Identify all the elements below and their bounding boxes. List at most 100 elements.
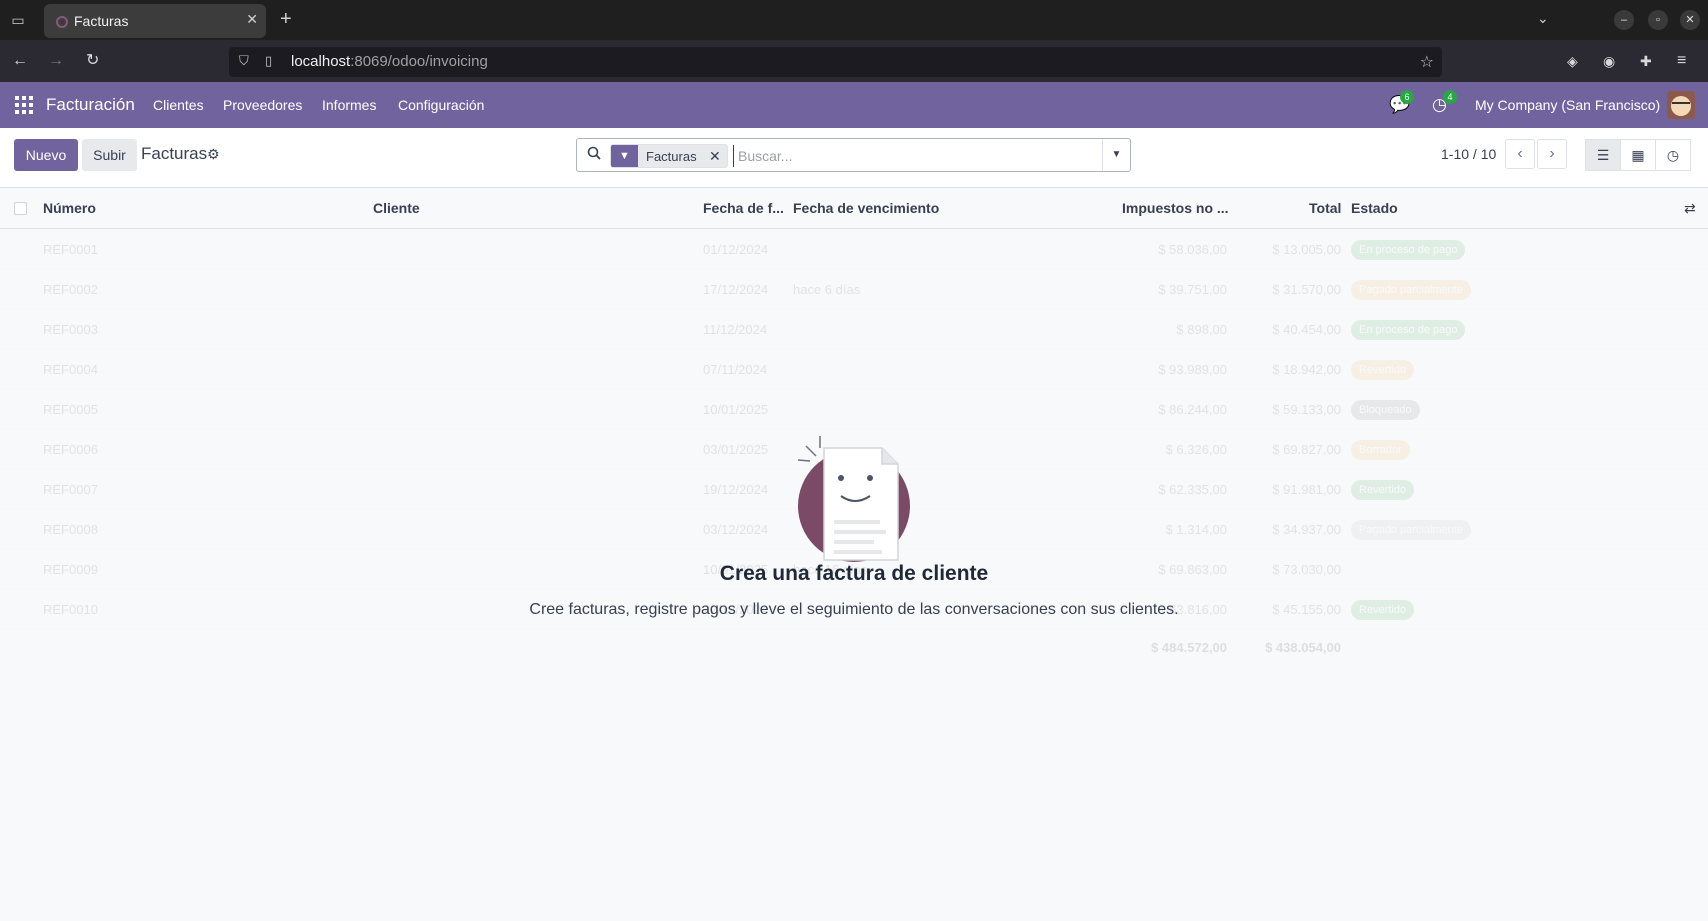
gear-icon[interactable]: ⚙ [207, 146, 220, 163]
row-invoice-date: 01/12/2024 [703, 242, 769, 257]
activities-icon[interactable]: ◷ 4 [1432, 90, 1457, 115]
row-number: REF0004 [43, 362, 98, 377]
pager-previous-icon[interactable]: ‹ [1505, 139, 1535, 169]
search-bar: ▼ Facturas ✕ ▼ [576, 138, 1131, 172]
back-icon[interactable]: ← [12, 51, 28, 71]
company-switcher[interactable]: My Company (San Francisco) [1475, 97, 1660, 113]
status-badge: Borrador [1351, 440, 1410, 460]
row-total: $ 59.133,00 [1272, 402, 1341, 417]
menu-configuracion[interactable]: Configuración [398, 97, 484, 113]
pager-value[interactable]: 1-10 / 10 [1441, 146, 1496, 162]
remove-facet-icon[interactable]: ✕ [709, 148, 721, 165]
avatar[interactable] [1667, 91, 1695, 119]
activities-badge: 4 [1443, 90, 1457, 104]
row-invoice-date: 07/11/2024 [703, 362, 768, 377]
reload-icon[interactable]: ↻ [86, 51, 99, 71]
messages-icon[interactable]: 💬 6 [1389, 90, 1414, 115]
control-panel: Nuevo Subir Facturas ⚙ ▼ Facturas ✕ ▼ 1-… [0, 128, 1708, 188]
column-untaxed[interactable]: Impuestos no ... [1122, 200, 1229, 216]
column-client[interactable]: Cliente [373, 200, 420, 216]
new-button[interactable]: Nuevo [14, 139, 78, 171]
status-badge: Pagado parcialmente [1351, 520, 1471, 540]
upload-button[interactable]: Subir [82, 139, 137, 171]
chevron-down-icon[interactable]: ⌄ [1537, 10, 1549, 27]
window-close-icon[interactable]: ✕ [1680, 10, 1700, 30]
row-invoice-date: 17/12/2024 [703, 282, 769, 297]
list-view-icon[interactable]: ☰ [1585, 139, 1621, 171]
row-total: $ 45.155,00 [1272, 602, 1341, 617]
account-icon[interactable]: ◉ [1603, 51, 1615, 71]
messages-badge: 6 [1400, 90, 1414, 104]
pocket-icon[interactable]: ◈ [1567, 51, 1578, 71]
menu-clientes[interactable]: Clientes [153, 97, 204, 113]
activity-view-icon[interactable]: ◷ [1655, 139, 1691, 171]
tab-list-icon[interactable]: ▭ [8, 10, 28, 30]
column-status[interactable]: Estado [1351, 200, 1398, 216]
status-badge: Revertido [1351, 480, 1415, 500]
column-due-date[interactable]: Fecha de vencimiento [793, 200, 939, 216]
total-untaxed: $ 484.572,00 [1151, 640, 1227, 655]
column-invoice-date[interactable]: Fecha de f... [703, 200, 784, 216]
status-badge: Revertido [1351, 360, 1415, 380]
row-untaxed: $ 39.751,00 [1158, 282, 1227, 297]
column-number[interactable]: Número [43, 200, 96, 216]
status-badge: En proceso de pago [1351, 320, 1466, 340]
new-tab-icon[interactable]: + [280, 8, 292, 31]
maximize-icon[interactable]: ▫ [1648, 10, 1668, 30]
table-row: REF0003 11/12/2024 $ 898,00 $ 40.454,00 En p… [0, 310, 1708, 350]
filter-facet: ▼ Facturas ✕ [610, 144, 728, 168]
search-icon [587, 146, 601, 160]
row-number: REF0009 [43, 562, 98, 577]
row-number: REF0003 [43, 322, 98, 337]
row-total: $ 13.005,00 [1272, 242, 1341, 257]
table-row: REF0002 17/12/2024 hace 6 días $ 39.751,00 $… [0, 270, 1708, 310]
tab-title: Facturas [74, 13, 129, 29]
close-tab-icon[interactable]: ✕ [246, 11, 258, 28]
menu-informes[interactable]: Informes [322, 97, 376, 113]
search-options-toggle-icon[interactable]: ▼ [1102, 139, 1130, 171]
odoo-main-navbar: Facturación Clientes Proveedores Informe… [0, 82, 1708, 128]
row-number: REF0006 [43, 442, 98, 457]
status-badge: Revertido [1351, 600, 1415, 620]
search-input[interactable] [733, 145, 1063, 167]
page-title: Facturas [141, 144, 208, 163]
row-invoice-date: 11/12/2024 [703, 322, 768, 337]
minimize-icon[interactable]: – [1614, 10, 1634, 30]
table-row: REF0004 07/11/2024 $ 93.989,00 $ 18.942,00 R… [0, 350, 1708, 390]
status-badge: En proceso de pago [1351, 240, 1466, 260]
forward-icon[interactable]: → [48, 51, 64, 71]
row-total: $ 40.454,00 [1272, 322, 1341, 337]
helper-text: Cree facturas, registre pagos y lleve el… [529, 601, 1179, 618]
row-total: $ 73.030,00 [1272, 562, 1341, 577]
row-number: REF0005 [43, 402, 98, 417]
kanban-view-icon[interactable]: ▦ [1620, 139, 1656, 171]
optional-columns-icon[interactable]: ⇄ [1684, 200, 1696, 217]
pager-next-icon[interactable]: › [1537, 139, 1567, 169]
shield-icon[interactable]: ⛉ [239, 53, 249, 69]
row-number: REF0001 [43, 242, 98, 257]
filter-icon: ▼ [611, 145, 638, 167]
status-badge: Bloqueado [1351, 400, 1420, 420]
column-total[interactable]: Total [1309, 200, 1341, 216]
table-row: REF0005 10/01/2025 $ 86.244,00 $ 59.133,00 B… [0, 390, 1708, 430]
row-untaxed: $ 86.244,00 [1158, 402, 1227, 417]
row-total: $ 91.981,00 [1272, 482, 1341, 497]
status-badge: Pagado parcialmente [1351, 280, 1471, 300]
menu-proveedores[interactable]: Proveedores [223, 97, 302, 113]
hamburger-menu-icon[interactable]: ≡ [1677, 51, 1686, 71]
row-number: REF0002 [43, 282, 98, 297]
url-text[interactable]: localhost:8069/odoo/invoicing [291, 53, 488, 70]
row-number: REF0010 [43, 602, 98, 617]
extensions-icon[interactable]: ✚ [1640, 51, 1652, 71]
row-total: $ 34.937,00 [1272, 522, 1341, 537]
url-bar[interactable]: ⛉ ▯ localhost:8069/odoo/invoicing ☆ [229, 47, 1442, 77]
app-name[interactable]: Facturación [46, 95, 135, 115]
row-number: REF0008 [43, 522, 98, 537]
select-all-checkbox[interactable] [14, 202, 27, 215]
bookmark-star-icon[interactable]: ☆ [1420, 52, 1434, 72]
browser-tab[interactable]: Facturas ✕ [44, 4, 266, 38]
apps-menu-icon[interactable] [15, 96, 33, 114]
row-total: $ 69.827,00 [1272, 442, 1341, 457]
total-amount: $ 438.054,00 [1265, 640, 1341, 655]
table-row: REF0001 01/12/2024 $ 58.036,00 $ 13.005,00 E… [0, 230, 1708, 270]
